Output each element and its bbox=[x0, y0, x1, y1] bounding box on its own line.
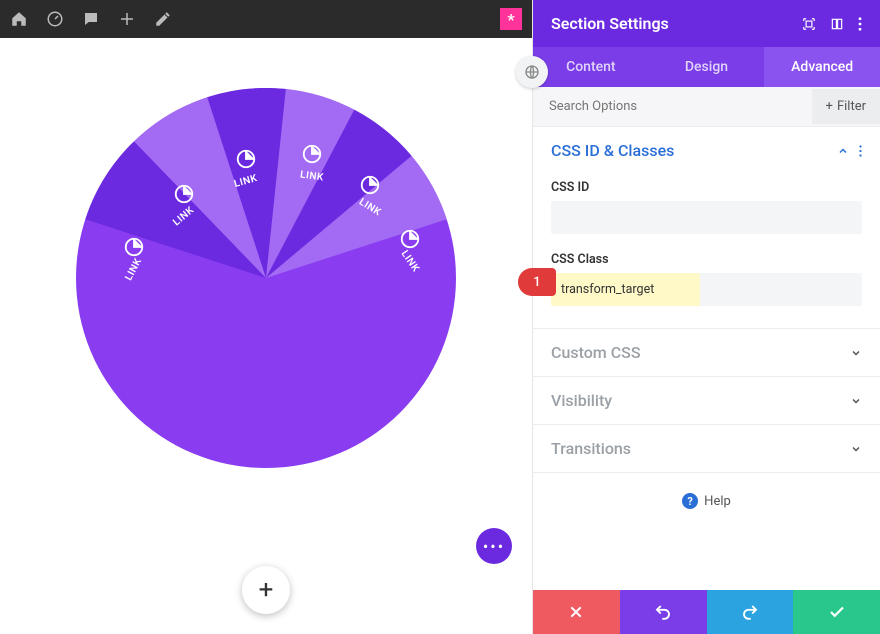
pie-chart-icon bbox=[301, 143, 323, 165]
group-head-css-id-classes[interactable]: CSS ID & Classes bbox=[533, 127, 880, 174]
marker-number: 1 bbox=[518, 268, 556, 296]
slice-6[interactable]: LINK bbox=[398, 228, 422, 267]
search-row: + Filter bbox=[533, 87, 880, 127]
css-class-label: CSS Class bbox=[551, 252, 862, 267]
chevron-down-icon bbox=[850, 347, 862, 359]
dashboard-icon[interactable] bbox=[46, 10, 64, 28]
group-head-custom-css[interactable]: Custom CSS bbox=[533, 329, 880, 376]
chevron-down-icon bbox=[850, 395, 862, 407]
help-icon: ? bbox=[682, 493, 698, 509]
circular-menu: LINK LINK LINK LINK LINK LINK bbox=[76, 88, 456, 468]
save-button[interactable] bbox=[793, 590, 880, 634]
group-transitions: Transitions bbox=[533, 425, 880, 473]
pie-chart-icon bbox=[359, 174, 381, 196]
globe-icon[interactable] bbox=[516, 56, 548, 88]
slice-4[interactable]: LINK bbox=[300, 143, 324, 182]
kebab-icon[interactable] bbox=[858, 17, 862, 31]
star-badge-icon[interactable]: * bbox=[500, 8, 522, 30]
group-visibility: Visibility bbox=[533, 377, 880, 425]
tab-design[interactable]: Design bbox=[649, 47, 765, 87]
css-id-label: CSS ID bbox=[551, 180, 862, 195]
chevron-up-icon bbox=[837, 145, 849, 157]
footer-actions bbox=[533, 590, 880, 634]
slice-2[interactable]: LINK bbox=[172, 183, 196, 222]
redo-button[interactable] bbox=[707, 590, 794, 634]
annotation-marker: 1 bbox=[518, 268, 556, 296]
chevron-down-icon bbox=[850, 443, 862, 455]
wp-admin-bar: * bbox=[0, 0, 532, 38]
columns-icon[interactable] bbox=[830, 17, 844, 31]
search-input[interactable] bbox=[533, 87, 812, 126]
slice-3[interactable]: LINK bbox=[234, 148, 258, 187]
field-css-class: CSS Class bbox=[533, 246, 880, 328]
group-css-id-classes: CSS ID & Classes CSS ID CSS Class bbox=[533, 127, 880, 329]
pie-chart-icon bbox=[399, 228, 421, 250]
cancel-button[interactable] bbox=[533, 590, 620, 634]
group-custom-css: Custom CSS bbox=[533, 329, 880, 377]
tabs: Content Design Advanced bbox=[533, 47, 880, 87]
pie-chart-icon bbox=[123, 236, 145, 258]
home-icon[interactable] bbox=[10, 10, 28, 28]
undo-button[interactable] bbox=[620, 590, 707, 634]
slice-5[interactable]: LINK bbox=[358, 174, 382, 213]
plus-small-icon: + bbox=[826, 99, 833, 114]
group-head-transitions[interactable]: Transitions bbox=[533, 425, 880, 472]
comment-icon[interactable] bbox=[82, 10, 100, 28]
group-head-visibility[interactable]: Visibility bbox=[533, 377, 880, 424]
field-css-id: CSS ID bbox=[533, 174, 880, 246]
pencil-icon[interactable] bbox=[154, 10, 172, 28]
panel-body: CSS ID & Classes CSS ID CSS Class bbox=[533, 127, 880, 590]
expand-icon[interactable] bbox=[802, 17, 816, 31]
pie-chart-icon bbox=[235, 148, 257, 170]
slice-1[interactable]: LINK bbox=[122, 236, 146, 275]
more-menu-button[interactable]: ••• bbox=[476, 528, 512, 564]
tab-advanced[interactable]: Advanced bbox=[764, 47, 880, 87]
css-class-input[interactable] bbox=[551, 273, 700, 306]
plus-icon[interactable] bbox=[118, 10, 136, 28]
css-id-input[interactable] bbox=[551, 201, 862, 234]
add-button[interactable]: + bbox=[242, 566, 290, 614]
panel-title: Section Settings bbox=[551, 14, 669, 33]
pie-chart-icon bbox=[173, 183, 195, 205]
panel-header: Section Settings bbox=[533, 0, 880, 47]
canvas-area: * LINK LINK LINK LINK bbox=[0, 0, 532, 634]
settings-panel: Section Settings Content Design Advanced… bbox=[532, 0, 880, 634]
tab-content[interactable]: Content bbox=[533, 47, 649, 87]
filter-button[interactable]: + Filter bbox=[812, 89, 880, 124]
kebab-icon[interactable] bbox=[859, 145, 862, 157]
help-link[interactable]: ? Help bbox=[533, 473, 880, 529]
